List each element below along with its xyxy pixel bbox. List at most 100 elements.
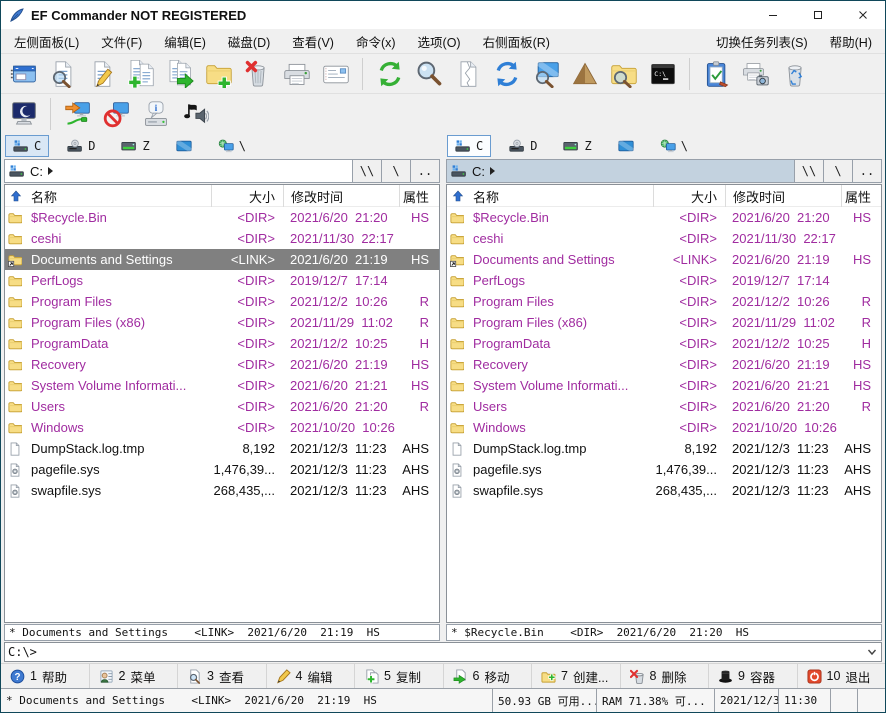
file-row[interactable]: Users<DIR>2021/6/20 21:20R bbox=[447, 396, 881, 417]
menu-item-4[interactable]: 查看(V) bbox=[281, 29, 345, 53]
file-row[interactable]: swapfile.sys268,435,...2021/12/3 11:23AH… bbox=[5, 480, 439, 501]
header-name[interactable]: 名称 bbox=[469, 185, 653, 207]
edit-file-button[interactable] bbox=[82, 56, 121, 92]
drive-tab-D[interactable]: D bbox=[501, 135, 545, 157]
address-card-button[interactable] bbox=[316, 56, 355, 92]
menu-item-right-1[interactable]: 帮助(H) bbox=[819, 29, 883, 53]
menu-item-3[interactable]: 磁盘(D) bbox=[217, 29, 281, 53]
print-camera-button[interactable] bbox=[736, 56, 775, 92]
file-row[interactable]: ProgramData<DIR>2021/12/2 10:25H bbox=[447, 333, 881, 354]
folder-search-button[interactable] bbox=[604, 56, 643, 92]
fn-button-5[interactable]: 5复制 bbox=[355, 664, 444, 688]
file-row[interactable]: Program Files<DIR>2021/12/2 10:26R bbox=[447, 291, 881, 312]
sync-green-button[interactable] bbox=[370, 56, 409, 92]
new-folder-button[interactable] bbox=[199, 56, 238, 92]
file-row[interactable]: pagefile.sys1,476,39...2021/12/3 11:23AH… bbox=[5, 459, 439, 480]
delete-files-button[interactable] bbox=[238, 56, 277, 92]
file-row[interactable]: System Volume Informati...<DIR>2021/6/20… bbox=[5, 375, 439, 396]
file-row[interactable]: Recovery<DIR>2021/6/20 21:19HS bbox=[447, 354, 881, 375]
menu-item-6[interactable]: 选项(O) bbox=[407, 29, 472, 53]
quick-view-button[interactable] bbox=[526, 56, 565, 92]
file-row[interactable]: pagefile.sys1,476,39...2021/12/3 11:23AH… bbox=[447, 459, 881, 480]
fn-button-7[interactable]: 7创建... bbox=[532, 664, 621, 688]
menu-item-5[interactable]: 命令(x) bbox=[345, 29, 407, 53]
menu-item-0[interactable]: 左侧面板(L) bbox=[3, 29, 90, 53]
path-button-2[interactable]: .. bbox=[411, 159, 440, 183]
file-row[interactable]: Documents and Settings<LINK>2021/6/20 21… bbox=[5, 249, 439, 270]
view-file-button[interactable] bbox=[43, 56, 82, 92]
fn-button-9[interactable]: 9容器 bbox=[709, 664, 798, 688]
fn-button-6[interactable]: 6移动 bbox=[444, 664, 533, 688]
file-row[interactable]: Windows<DIR>2021/10/20 10:26 bbox=[5, 417, 439, 438]
file-row[interactable]: $Recycle.Bin<DIR>2021/6/20 21:20HS bbox=[447, 207, 881, 228]
menu-item-2[interactable]: 编辑(E) bbox=[153, 29, 217, 53]
drive-tab-screen[interactable] bbox=[610, 135, 642, 157]
file-row[interactable]: Recovery<DIR>2021/6/20 21:19HS bbox=[5, 354, 439, 375]
search-button[interactable] bbox=[409, 56, 448, 92]
header-attr[interactable]: 属性 bbox=[841, 185, 881, 207]
right-path-field[interactable]: C: bbox=[446, 159, 795, 183]
sleep-monitor-button[interactable] bbox=[4, 96, 43, 132]
file-row[interactable]: DumpStack.log.tmp8,1922021/12/3 11:23AHS bbox=[447, 438, 881, 459]
drive-tab-C[interactable]: C bbox=[447, 135, 491, 157]
file-row[interactable]: Windows<DIR>2021/10/20 10:26 bbox=[447, 417, 881, 438]
drive-tab-Z[interactable]: Z bbox=[555, 135, 599, 157]
header-size[interactable]: 大小 bbox=[653, 185, 725, 207]
sort-header[interactable] bbox=[447, 185, 469, 207]
recycle-bin-button[interactable] bbox=[775, 56, 814, 92]
refresh-blue-button[interactable] bbox=[487, 56, 526, 92]
path-button-1[interactable]: \ bbox=[382, 159, 411, 183]
file-row[interactable]: ceshi<DIR>2021/11/30 22:17 bbox=[5, 228, 439, 249]
terminal-button[interactable]: C:\ bbox=[643, 56, 682, 92]
fn-button-2[interactable]: 2菜单 bbox=[90, 664, 179, 688]
file-row[interactable]: Program Files (x86)<DIR>2021/11/29 11:02… bbox=[447, 312, 881, 333]
menu-item-1[interactable]: 文件(F) bbox=[90, 29, 153, 53]
fn-button-4[interactable]: 4编辑 bbox=[267, 664, 356, 688]
file-row[interactable]: Users<DIR>2021/6/20 21:20R bbox=[5, 396, 439, 417]
fn-button-8[interactable]: 8删除 bbox=[621, 664, 710, 688]
file-row[interactable]: Program Files (x86)<DIR>2021/11/29 11:02… bbox=[5, 312, 439, 333]
chevron-down-icon[interactable] bbox=[866, 646, 878, 658]
split-file-button[interactable] bbox=[448, 56, 487, 92]
file-row[interactable]: Program Files<DIR>2021/12/2 10:26R bbox=[5, 291, 439, 312]
drive-tab-screen[interactable] bbox=[168, 135, 200, 157]
drive-tab-net[interactable]: \ bbox=[210, 135, 254, 157]
maximize-button[interactable] bbox=[795, 1, 840, 29]
net-disconnect-button[interactable] bbox=[97, 96, 136, 132]
pack-pyramid-button[interactable] bbox=[565, 56, 604, 92]
file-row[interactable]: System Volume Informati...<DIR>2021/6/20… bbox=[447, 375, 881, 396]
drive-info-button[interactable]: i bbox=[136, 96, 175, 132]
menu-item-right-0[interactable]: 切换任务列表(S) bbox=[705, 29, 819, 53]
drive-tab-net[interactable]: \ bbox=[652, 135, 696, 157]
file-row[interactable]: ceshi<DIR>2021/11/30 22:17 bbox=[447, 228, 881, 249]
header-modified[interactable]: 修改时间 bbox=[283, 185, 399, 207]
drive-tab-Z[interactable]: Z bbox=[113, 135, 157, 157]
sort-header[interactable] bbox=[5, 185, 27, 207]
file-row[interactable]: DumpStack.log.tmp8,1922021/12/3 11:23AHS bbox=[5, 438, 439, 459]
path-button-1[interactable]: \ bbox=[824, 159, 853, 183]
file-row[interactable]: ProgramData<DIR>2021/12/2 10:25H bbox=[5, 333, 439, 354]
panels-button[interactable] bbox=[4, 56, 43, 92]
header-size[interactable]: 大小 bbox=[211, 185, 283, 207]
minimize-button[interactable] bbox=[750, 1, 795, 29]
close-button[interactable] bbox=[840, 1, 885, 29]
media-sound-button[interactable] bbox=[175, 96, 214, 132]
file-row[interactable]: PerfLogs<DIR>2019/12/7 17:14 bbox=[447, 270, 881, 291]
path-button-0[interactable]: \\ bbox=[795, 159, 824, 183]
file-row[interactable]: Documents and Settings<LINK>2021/6/20 21… bbox=[447, 249, 881, 270]
print-button[interactable] bbox=[277, 56, 316, 92]
header-modified[interactable]: 修改时间 bbox=[725, 185, 841, 207]
drive-tab-D[interactable]: D bbox=[59, 135, 103, 157]
header-name[interactable]: 名称 bbox=[27, 185, 211, 207]
file-row[interactable]: $Recycle.Bin<DIR>2021/6/20 21:20HS bbox=[5, 207, 439, 228]
copy-files-button[interactable] bbox=[121, 56, 160, 92]
net-connect-button[interactable] bbox=[58, 96, 97, 132]
path-button-2[interactable]: .. bbox=[853, 159, 882, 183]
fn-button-3[interactable]: 3查看 bbox=[178, 664, 267, 688]
path-button-0[interactable]: \\ bbox=[353, 159, 382, 183]
file-row[interactable]: swapfile.sys268,435,...2021/12/3 11:23AH… bbox=[447, 480, 881, 501]
checklist-button[interactable] bbox=[697, 56, 736, 92]
command-line-input[interactable]: C:\> bbox=[4, 642, 882, 662]
left-path-field[interactable]: C: bbox=[4, 159, 353, 183]
fn-button-10[interactable]: 10退出 bbox=[798, 664, 886, 688]
